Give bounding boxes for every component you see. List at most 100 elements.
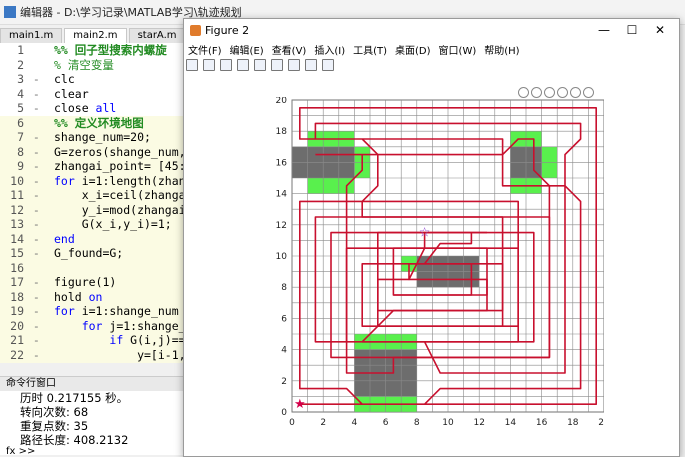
zoom-box-icon[interactable]	[322, 59, 334, 71]
x-tick-label: 8	[414, 418, 420, 428]
tab-main2[interactable]: main2.m	[64, 28, 127, 44]
obstacle-cell	[401, 365, 417, 381]
figure-menu-item[interactable]: 帮助(H)	[480, 42, 523, 57]
save-icon[interactable]	[220, 59, 232, 71]
breakpoint-marker[interactable]: -	[26, 246, 54, 261]
y-tick-label: 10	[276, 252, 288, 262]
code-token: G(i,j)==1	[130, 333, 185, 347]
code-token: G=zeros(shange_num,sh	[54, 144, 185, 159]
command-output-line: 路径长度: 408.2132	[20, 433, 129, 447]
code-token: x=[i-1,i,	[54, 362, 185, 363]
breakpoint-marker[interactable]: -	[26, 333, 54, 348]
figure-menu-item[interactable]: 查看(V)	[268, 42, 311, 57]
code-line: 7 - shange_num=20;	[0, 130, 185, 145]
obstacle-cell	[292, 162, 308, 178]
breakpoint-marker[interactable]: -	[26, 217, 54, 232]
breakpoint-marker[interactable]: -	[26, 159, 54, 174]
line-number: 19	[10, 304, 24, 318]
obstacle-cell	[401, 380, 417, 397]
tab-starA[interactable]: starA.m	[128, 28, 186, 44]
pointer-icon[interactable]	[305, 59, 317, 71]
breakpoint-marker[interactable]: -	[26, 304, 54, 319]
colorbar-icon[interactable]	[271, 59, 283, 71]
breakpoint-marker[interactable]: -	[26, 319, 54, 334]
code-token: G_found=G;	[54, 246, 124, 260]
line-number: 15	[10, 246, 24, 260]
code-line: 20 - for j=1:shange_nu	[0, 318, 185, 334]
x-tick-label: 16	[536, 418, 548, 428]
breakpoint-marker[interactable]: -	[26, 174, 54, 189]
code-token: clear	[54, 86, 89, 101]
code-token: clc	[54, 72, 75, 86]
y-tick-label: 14	[276, 190, 288, 200]
figure-title: Figure 2	[205, 23, 250, 37]
code-token: i=1:length(zhanga	[81, 173, 185, 188]
line-number: 10	[10, 173, 24, 188]
minimize-button[interactable]: —	[591, 22, 617, 38]
line-number: 20	[10, 318, 24, 333]
x-tick-label: 18	[567, 418, 579, 428]
new-icon[interactable]	[186, 59, 198, 71]
code-line: 18 - hold on	[0, 289, 185, 305]
figure-menu-item[interactable]: 文件(F)	[184, 42, 226, 57]
obstacle-cell	[307, 162, 324, 178]
line-number: 11	[10, 188, 24, 202]
legend-icon[interactable]	[288, 59, 300, 71]
y-tick-label: 16	[276, 158, 288, 168]
close-button[interactable]: ✕	[647, 22, 673, 38]
breakpoint-marker[interactable]: -	[26, 362, 54, 363]
code-token: %% 定义环境地图	[54, 115, 144, 130]
x-tick-label: 0	[289, 418, 295, 428]
y-tick-label: 6	[281, 314, 287, 324]
code-token: end	[54, 231, 75, 246]
print-icon[interactable]	[237, 59, 249, 71]
plot-area[interactable]: ★ ☆ 0 2 4 6 8 10 12 14 16 18 20 0 2 4 6 8 10 12 14 16 18 20	[274, 97, 604, 437]
figure-menu-item[interactable]: 窗口(W)	[435, 42, 481, 57]
figure-menu-item[interactable]: 桌面(D)	[391, 42, 435, 57]
line-number: 17	[10, 275, 24, 289]
code-token: zhangai_point= [45:49	[54, 159, 185, 173]
breakpoint-marker[interactable]: -	[26, 348, 54, 363]
code-token: all	[95, 101, 117, 115]
breakpoint-marker[interactable]: -	[26, 145, 54, 160]
code-token: % 清空变量	[54, 57, 114, 72]
x-tick-label: 10	[442, 418, 454, 428]
breakpoint-marker[interactable]: -	[26, 232, 54, 247]
code-line: 15 - G_found=G;	[0, 246, 185, 261]
y-tick-label: 18	[276, 127, 288, 137]
code-token: y_i=mod(zhangai_p	[54, 202, 185, 217]
figure-menu-item[interactable]: 工具(T)	[349, 42, 391, 57]
code-token: for	[81, 318, 110, 333]
maximize-button[interactable]: ☐	[619, 22, 645, 38]
breakpoint-marker[interactable]: -	[26, 101, 54, 116]
figure-title-bar: Figure 2 — ☐ ✕	[184, 19, 679, 41]
breakpoint-marker[interactable]: -	[26, 130, 54, 145]
code-line: 11 - x_i=ceil(zhangai_	[0, 188, 185, 203]
code-token: %% 回子型搜索内螺旋	[54, 43, 167, 57]
obstacle-cell	[323, 162, 339, 178]
breakpoint-marker[interactable]: -	[26, 290, 54, 305]
x-tick-label: 2	[320, 418, 326, 428]
export-icon[interactable]	[254, 59, 266, 71]
breakpoint-marker[interactable]: -	[26, 87, 54, 102]
breakpoint-marker[interactable]: -	[26, 72, 54, 87]
line-number: 2	[17, 57, 24, 72]
figure-menu-item[interactable]: 编辑(E)	[226, 42, 268, 57]
tab-main1[interactable]: main1.m	[0, 28, 63, 44]
code-token: y=[i-1,i-	[54, 347, 185, 362]
breakpoint-marker[interactable]: -	[26, 203, 54, 218]
open-icon[interactable]	[203, 59, 215, 71]
line-number: 16	[10, 260, 24, 275]
code-line: 16	[0, 260, 185, 275]
code-line: 1 %% 回子型搜索内螺旋	[0, 43, 185, 58]
code-editor[interactable]: 1%% 回子型搜索内螺旋 2% 清空变量 3 - clc 4 - clear 5 - clos…	[0, 43, 185, 363]
code-line: 17 - figure(1)	[0, 275, 185, 290]
breakpoint-marker[interactable]: -	[26, 275, 54, 290]
line-number: 5	[17, 101, 24, 115]
code-line: 4 - clear	[0, 87, 185, 102]
command-prompt[interactable]: fx >>	[6, 446, 35, 457]
figure-menu-item[interactable]: 插入(I)	[310, 42, 349, 57]
margin-cell	[307, 178, 324, 194]
breakpoint-marker[interactable]: -	[26, 188, 54, 203]
